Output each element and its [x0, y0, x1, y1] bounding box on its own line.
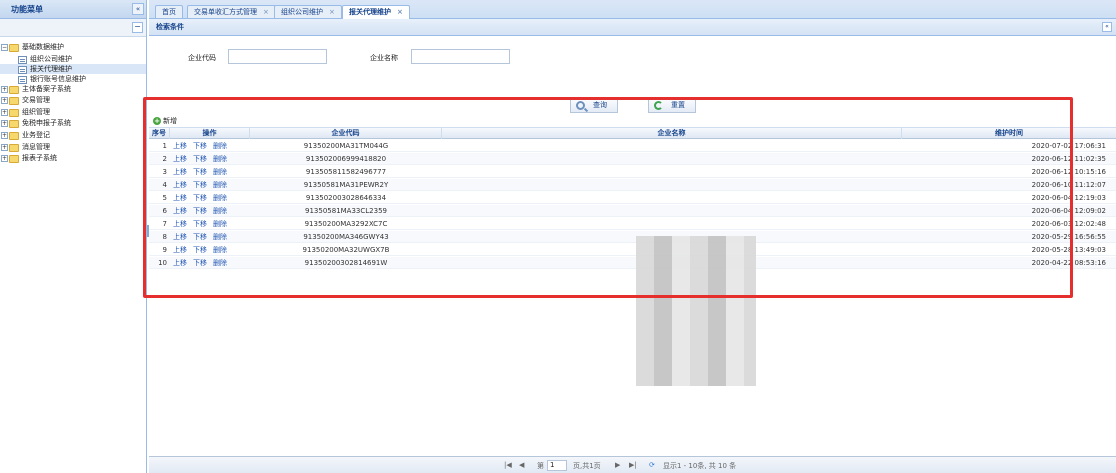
- prev-page-button[interactable]: ◀: [519, 461, 524, 469]
- tab-home[interactable]: 首页: [155, 5, 183, 18]
- tree-node-label: 业务登记: [22, 130, 50, 139]
- sidebar: 功能菜单 « − − 基础数据维护 组织公司维护 报关代理维护 银行账号信息维护…: [0, 0, 147, 473]
- pagination-bar: |◀ ◀ 第 1 页,共1页 ▶ ▶| ⟳ 显示1 - 10条, 共 10 条: [149, 456, 1116, 473]
- tree-node-trade[interactable]: + 交易管理: [0, 95, 146, 107]
- folder-icon: [9, 120, 19, 129]
- search-panel-title: 检索条件: [156, 23, 184, 31]
- company-code-input[interactable]: [228, 49, 327, 64]
- folder-icon: [9, 85, 19, 94]
- page-prefix: 第: [537, 462, 544, 470]
- tree-node-label: 银行账号信息维护: [30, 74, 86, 83]
- close-icon[interactable]: ×: [397, 8, 403, 16]
- expand-icon[interactable]: +: [1, 120, 8, 128]
- tree-node-label: 组织管理: [22, 107, 50, 116]
- folder-icon: [9, 97, 19, 106]
- sidebar-header: 功能菜单 «: [0, 0, 146, 19]
- company-code-label: 企业代码: [188, 54, 216, 62]
- collapse-icon[interactable]: −: [1, 44, 8, 51]
- tree-node-label: 主体备案子系统: [22, 84, 71, 93]
- sidebar-collapse-button[interactable]: «: [132, 3, 144, 15]
- expand-icon[interactable]: +: [1, 85, 8, 93]
- tree-node-tax-exempt[interactable]: + 免税申报子系统: [0, 118, 146, 130]
- expand-icon[interactable]: +: [1, 131, 8, 139]
- tree-node-label: 报关代理维护: [30, 64, 72, 73]
- search-form: [149, 36, 1116, 96]
- search-panel-header: 检索条件 «: [149, 19, 1116, 36]
- tab-trade-payment[interactable]: 交易单收汇方式管理 ×: [187, 5, 276, 18]
- folder-icon: [9, 155, 19, 164]
- tree-node-label: 基础数据维护: [22, 43, 64, 51]
- page-number-input[interactable]: 1: [547, 460, 567, 471]
- page-icon: [18, 75, 27, 84]
- collapse-all-button[interactable]: −: [132, 22, 143, 33]
- page-icon: [18, 55, 27, 64]
- expand-icon[interactable]: +: [1, 97, 8, 105]
- folder-icon: [9, 44, 19, 52]
- tree-node-business-reg[interactable]: + 业务登记: [0, 130, 146, 142]
- tree-node-basic-data[interactable]: − 基础数据维护: [0, 42, 146, 54]
- tree-node-label: 报表子系统: [22, 154, 57, 163]
- last-page-button[interactable]: ▶|: [629, 461, 637, 469]
- page-icon: [18, 65, 27, 74]
- tree-node-label: 交易管理: [22, 96, 50, 105]
- tree-node-org[interactable]: + 组织管理: [0, 107, 146, 119]
- tab-customs-agent[interactable]: 报关代理维护 ×: [342, 5, 410, 19]
- tree-node-bank-account[interactable]: 银行账号信息维护: [0, 74, 146, 84]
- tree-node-customs-agent[interactable]: 报关代理维护: [0, 63, 146, 74]
- tab-org-company[interactable]: 组织公司维护 ×: [274, 5, 342, 18]
- company-name-input[interactable]: [411, 49, 510, 64]
- expand-icon[interactable]: +: [1, 155, 8, 163]
- close-icon[interactable]: ×: [263, 8, 269, 16]
- tree-node-label: 组织公司维护: [30, 54, 72, 63]
- company-name-label: 企业名称: [370, 54, 398, 62]
- sidebar-title: 功能菜单: [11, 5, 43, 14]
- tree-node-label: 消息管理: [22, 142, 50, 151]
- tab-label: 组织公司维护: [281, 8, 323, 16]
- tree-node-label: 免税申报子系统: [22, 119, 71, 128]
- page-total-text: 页,共1页: [573, 462, 601, 470]
- folder-icon: [9, 131, 19, 140]
- menu-tree: − 基础数据维护 组织公司维护 报关代理维护 银行账号信息维护 + 主体备案子系…: [0, 37, 146, 165]
- tab-bar: 首页 交易单收汇方式管理 × 组织公司维护 × 报关代理维护 ×: [149, 0, 1116, 19]
- tree-node-messages[interactable]: + 消息管理: [0, 142, 146, 154]
- sidebar-toolbar: −: [0, 19, 146, 37]
- folder-icon: [9, 108, 19, 117]
- tree-node-reports[interactable]: + 报表子系统: [0, 153, 146, 165]
- expand-icon[interactable]: +: [1, 108, 8, 116]
- tree-node-entity-filing[interactable]: + 主体备案子系统: [0, 84, 146, 96]
- close-icon[interactable]: ×: [329, 8, 335, 16]
- highlight-annotation-box: [143, 97, 1073, 298]
- search-collapse-button[interactable]: «: [1102, 22, 1112, 32]
- expand-icon[interactable]: +: [1, 143, 8, 151]
- folder-icon: [9, 143, 19, 152]
- refresh-icon[interactable]: ⟳: [649, 461, 655, 469]
- tab-label: 交易单收汇方式管理: [194, 8, 257, 16]
- tree-node-org-company[interactable]: 组织公司维护: [0, 54, 146, 64]
- tab-label: 报关代理维护: [349, 8, 391, 16]
- pager-summary: 显示1 - 10条, 共 10 条: [663, 462, 737, 470]
- first-page-button[interactable]: |◀: [504, 461, 512, 469]
- next-page-button[interactable]: ▶: [615, 461, 620, 469]
- tab-label: 首页: [162, 8, 176, 16]
